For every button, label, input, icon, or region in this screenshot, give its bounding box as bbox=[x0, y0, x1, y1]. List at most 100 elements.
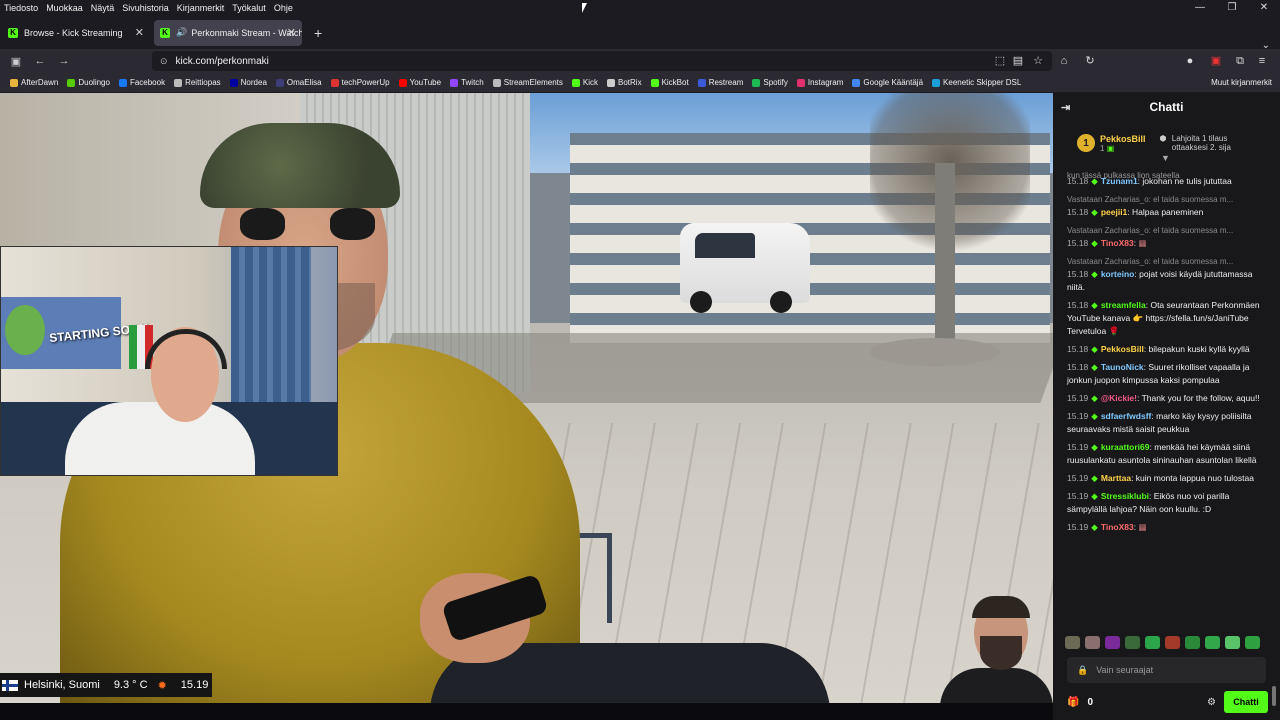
message-username[interactable]: @Kickie! bbox=[1101, 393, 1137, 403]
bookmark-item[interactable]: Reittiopas bbox=[174, 78, 221, 87]
minimize-icon[interactable]: — bbox=[1184, 0, 1216, 16]
bookmark-item[interactable]: AfterDawn bbox=[10, 78, 58, 87]
close-window-icon[interactable]: ✕ bbox=[1248, 0, 1280, 16]
menu-item[interactable]: Muokkaa bbox=[46, 3, 83, 13]
maximize-icon[interactable]: ❐ bbox=[1216, 0, 1248, 16]
menu-item[interactable]: Näytä bbox=[91, 3, 115, 13]
chat-settings-icon[interactable]: ⚙ bbox=[1207, 697, 1216, 708]
video-van-wheel bbox=[770, 291, 792, 313]
menu-item[interactable]: Ohje bbox=[274, 3, 293, 13]
close-tab-icon[interactable]: ✕ bbox=[287, 26, 296, 39]
reply-reference[interactable]: Vastataan Zacharias_o: el taida suomessa… bbox=[1067, 224, 1268, 237]
new-tab-icon[interactable]: + bbox=[314, 25, 322, 41]
message-time: 15.19 bbox=[1067, 411, 1089, 421]
message-username[interactable]: streamfella bbox=[1101, 300, 1146, 310]
bookmark-item[interactable]: Twitch bbox=[450, 78, 484, 87]
chat-send-button[interactable]: Chatti bbox=[1224, 691, 1268, 713]
streamer-cap bbox=[200, 123, 400, 208]
emote-icon[interactable] bbox=[1145, 636, 1160, 649]
message-username[interactable]: Marttaa bbox=[1101, 473, 1131, 483]
video-van-wheel bbox=[690, 291, 712, 313]
bookmark-item[interactable]: Nordea bbox=[229, 78, 267, 87]
emote-icon[interactable] bbox=[1205, 636, 1220, 649]
reply-reference[interactable]: Vastataan Zacharias_o: el taida suomessa… bbox=[1067, 255, 1268, 268]
message-time: 15.19 bbox=[1067, 522, 1089, 532]
chat-scrollbar[interactable] bbox=[1272, 686, 1276, 706]
message-username[interactable]: TaunoNick bbox=[1101, 362, 1144, 372]
message-username[interactable]: Stressiklubi bbox=[1101, 491, 1149, 501]
weather-city: Helsinki, Suomi bbox=[24, 679, 100, 691]
screenshot-icon[interactable]: ⬚ bbox=[990, 51, 1010, 71]
menu-item[interactable]: Tiedosto bbox=[4, 3, 38, 13]
bookmark-item[interactable]: KickBot bbox=[650, 78, 689, 87]
emote-icon[interactable] bbox=[1245, 636, 1260, 649]
bookmark-item[interactable]: Keenetic Skipper DSL bbox=[932, 78, 1021, 87]
bookmark-item[interactable]: BotRix bbox=[607, 78, 642, 87]
bookmark-item[interactable]: Kick bbox=[571, 78, 598, 87]
sidebar-toggle-icon[interactable]: ▣ bbox=[4, 55, 28, 68]
site-info-icon[interactable]: ⊙ bbox=[160, 56, 168, 67]
message-username[interactable]: TinoX83 bbox=[1101, 522, 1134, 532]
tab-perkonmaki[interactable]: K 🔊 Perkonmaki Stream - Watch ✕ bbox=[154, 19, 302, 46]
menu-item[interactable]: Työkalut bbox=[232, 3, 266, 13]
chat-message: 15.19 ◆ sdfaerfwdsff: marko käy kysyy poli… bbox=[1067, 411, 1252, 434]
back-icon[interactable]: ← bbox=[28, 55, 52, 67]
menu-item[interactable]: Sivuhistoria bbox=[122, 3, 169, 13]
video-van-window bbox=[695, 233, 755, 258]
message-username[interactable]: peejii1 bbox=[1101, 207, 1127, 217]
gift-counter[interactable]: 🎁 0 bbox=[1067, 697, 1101, 708]
bookmark-item[interactable]: YouTube bbox=[398, 78, 441, 87]
bookmark-item[interactable]: Restream bbox=[697, 78, 743, 87]
home-icon[interactable]: ⌂ bbox=[1054, 51, 1074, 71]
bookmark-item[interactable]: Spotify bbox=[752, 78, 788, 87]
message-username[interactable]: korteino bbox=[1101, 269, 1135, 279]
menu-icon[interactable]: ≡ bbox=[1252, 51, 1272, 71]
tab-browse-kick[interactable]: K Browse - Kick Streaming ✕ bbox=[2, 20, 150, 46]
close-tab-icon[interactable]: ✕ bbox=[135, 26, 144, 39]
reader-icon[interactable]: ▤ bbox=[1008, 51, 1028, 71]
emote-icon[interactable] bbox=[1065, 636, 1080, 649]
bookmark-favicon-icon bbox=[607, 78, 615, 87]
leader-username: PekkosBill bbox=[1100, 133, 1146, 144]
message-username[interactable]: kuraattori69 bbox=[1101, 442, 1150, 452]
weather-temp: 9.3 ° C bbox=[113, 679, 148, 691]
emote-icon[interactable] bbox=[1165, 636, 1180, 649]
emote-bar bbox=[1065, 636, 1265, 649]
forward-icon[interactable]: → bbox=[52, 55, 76, 67]
reply-reference[interactable]: Vastataan Zacharias_o: el taida suomessa… bbox=[1067, 193, 1268, 206]
message-time: 15.19 bbox=[1067, 393, 1089, 403]
expand-icon[interactable]: ▼ bbox=[1161, 153, 1170, 163]
message-username[interactable]: sdfaerfwdsff bbox=[1101, 411, 1152, 421]
other-bookmarks[interactable]: Muut kirjanmerkit bbox=[1211, 78, 1272, 87]
extensions-icon[interactable]: ⧉ bbox=[1230, 51, 1250, 71]
speaker-icon[interactable]: 🔊 bbox=[176, 27, 187, 38]
message-username[interactable]: PekkosBill bbox=[1101, 344, 1144, 354]
chat-input[interactable]: 🔒 Vain seuraajat bbox=[1067, 657, 1266, 683]
bookmark-item[interactable]: OmaElisa bbox=[275, 78, 322, 87]
bookmark-item[interactable]: Instagram bbox=[796, 78, 843, 87]
emote-icon[interactable] bbox=[1105, 636, 1120, 649]
menu-item[interactable]: Kirjanmerkit bbox=[177, 3, 225, 13]
url-bar[interactable]: ⊙ kick.com/perkonmaki bbox=[152, 51, 1052, 71]
collapse-chat-icon[interactable]: ⇥ bbox=[1061, 101, 1070, 114]
emote-icon[interactable] bbox=[1125, 636, 1140, 649]
bookmark-star-icon[interactable]: ☆ bbox=[1028, 51, 1048, 71]
emote-icon[interactable] bbox=[1225, 636, 1240, 649]
sub-badge-icon: ◆ bbox=[1091, 238, 1098, 248]
bookmark-favicon-icon bbox=[330, 78, 339, 87]
emote-icon[interactable] bbox=[1185, 636, 1200, 649]
bookmark-item[interactable]: Duolingo bbox=[67, 78, 110, 87]
extension-dark-icon[interactable]: ● bbox=[1180, 51, 1200, 71]
bookmark-item[interactable]: StreamElements bbox=[492, 78, 563, 87]
message-username[interactable]: TinoX83 bbox=[1101, 238, 1134, 248]
message-username[interactable]: Tzunam1 bbox=[1101, 176, 1138, 186]
bookmark-item[interactable]: Facebook bbox=[118, 78, 165, 87]
extension-badge-icon[interactable]: ▣ bbox=[1206, 51, 1226, 71]
rank-badge-icon: 1 bbox=[1077, 134, 1095, 152]
bookmark-item[interactable]: Google Kääntäjä bbox=[852, 78, 923, 87]
gift-leaderboard[interactable]: 1 PekkosBill 1 ▣ ⬢ Lahjoita 1 tilaus ott… bbox=[1053, 121, 1280, 165]
gift-count: 0 bbox=[1087, 696, 1094, 708]
bookmark-item[interactable]: techPowerUp bbox=[330, 78, 390, 87]
reload-icon[interactable]: ↻ bbox=[1080, 51, 1100, 71]
emote-icon[interactable] bbox=[1085, 636, 1100, 649]
